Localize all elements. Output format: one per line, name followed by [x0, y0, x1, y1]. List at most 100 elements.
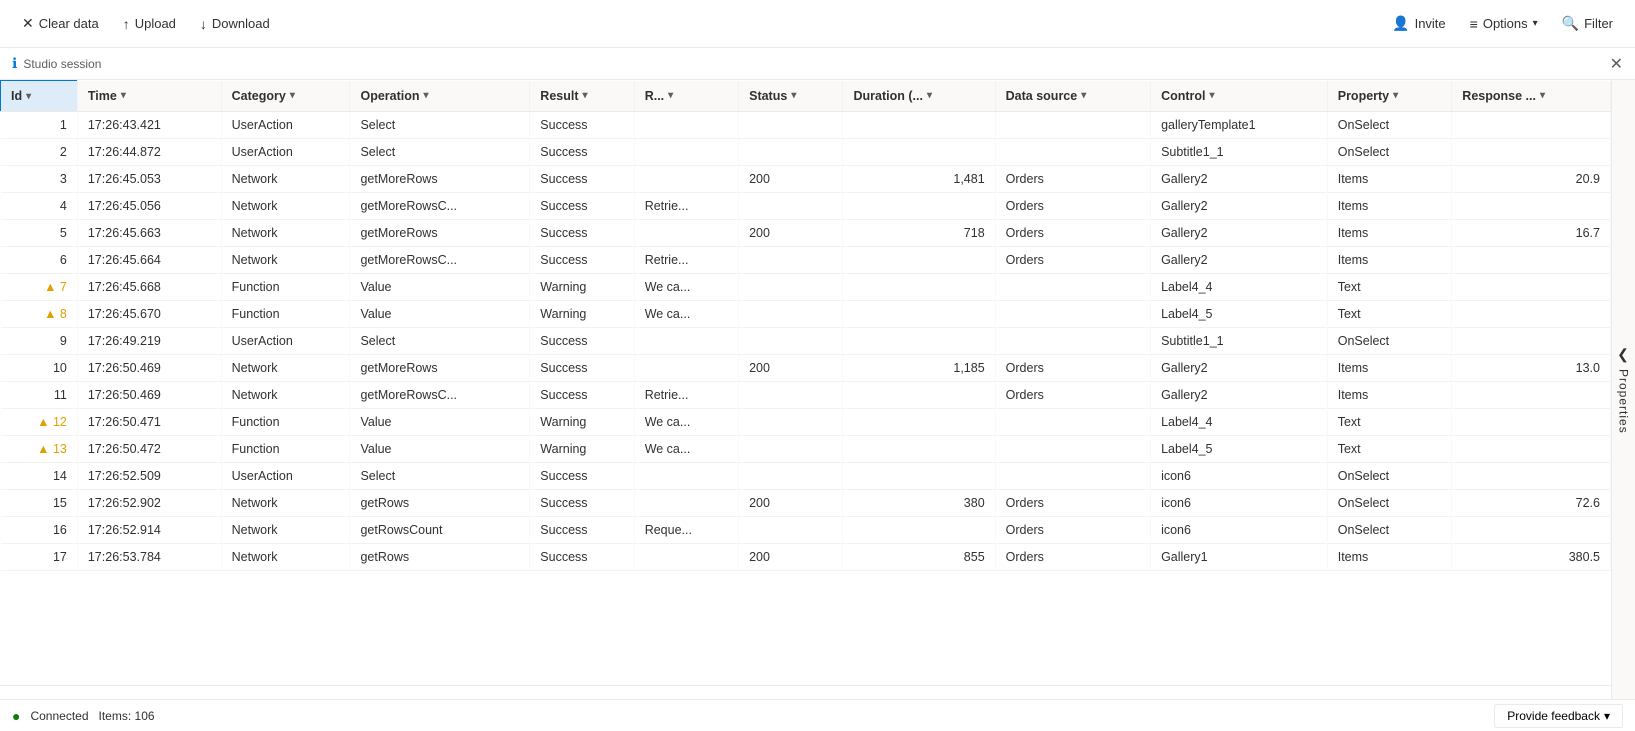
- download-button[interactable]: ↓ Download: [190, 11, 280, 37]
- col-header-duration[interactable]: Duration (...▾: [843, 81, 995, 112]
- col-header-result[interactable]: Result▾: [530, 81, 634, 112]
- table-cell: [1452, 112, 1611, 139]
- table-cell: Orders: [995, 490, 1150, 517]
- col-header-category[interactable]: Category▾: [221, 81, 350, 112]
- table-cell: 9: [1, 328, 78, 355]
- table-row[interactable]: 217:26:44.872UserActionSelectSuccessSubt…: [1, 139, 1611, 166]
- sort-icon-time: ▾: [121, 90, 126, 101]
- table-cell: [995, 112, 1150, 139]
- table-cell: getRows: [350, 490, 530, 517]
- table-row[interactable]: 317:26:45.053NetworkgetMoreRowsSuccess20…: [1, 166, 1611, 193]
- col-header-response[interactable]: Response ...▾: [1452, 81, 1611, 112]
- table-row[interactable]: 1517:26:52.902NetworkgetRowsSuccess20038…: [1, 490, 1611, 517]
- table-cell: 17:26:45.670: [77, 301, 221, 328]
- table-cell: 16.7: [1452, 220, 1611, 247]
- invite-button[interactable]: 👤 Invite: [1382, 10, 1456, 37]
- table-cell: Label4_4: [1151, 274, 1328, 301]
- horizontal-scrollbar[interactable]: [0, 685, 1611, 699]
- table-row[interactable]: 517:26:45.663NetworkgetMoreRowsSuccess20…: [1, 220, 1611, 247]
- table-scroll[interactable]: Id ▾ Time▾ Category▾ Operation▾ Result▾ …: [0, 80, 1611, 685]
- table-row[interactable]: ▲ 1217:26:50.471FunctionValueWarningWe c…: [1, 409, 1611, 436]
- table-cell: [843, 436, 995, 463]
- table-cell: [634, 544, 738, 571]
- table-cell: Retrie...: [634, 247, 738, 274]
- table-row[interactable]: 617:26:45.664NetworkgetMoreRowsC...Succe…: [1, 247, 1611, 274]
- table-row[interactable]: 917:26:49.219UserActionSelectSuccessSubt…: [1, 328, 1611, 355]
- table-cell: [1452, 139, 1611, 166]
- table-cell: Items: [1327, 382, 1452, 409]
- table-cell: [634, 490, 738, 517]
- table-cell: getMoreRowsC...: [350, 247, 530, 274]
- table-cell: UserAction: [221, 328, 350, 355]
- table-cell: Retrie...: [634, 382, 738, 409]
- table-cell: [843, 463, 995, 490]
- table-row[interactable]: 1017:26:50.469NetworkgetMoreRowsSuccess2…: [1, 355, 1611, 382]
- table-cell: getRows: [350, 544, 530, 571]
- table-cell: getMoreRows: [350, 166, 530, 193]
- table-row[interactable]: 1717:26:53.784NetworkgetRowsSuccess20085…: [1, 544, 1611, 571]
- table-cell: 17:26:45.053: [77, 166, 221, 193]
- filter-button[interactable]: 🔍 Filter: [1552, 10, 1623, 37]
- table-row[interactable]: ▲ 717:26:45.668FunctionValueWarningWe ca…: [1, 274, 1611, 301]
- properties-panel-toggle[interactable]: ❮ Properties: [1611, 80, 1635, 699]
- table-cell: Items: [1327, 355, 1452, 382]
- upload-button[interactable]: ↑ Upload: [113, 11, 186, 37]
- table-cell: [634, 112, 738, 139]
- table-cell: Value: [350, 301, 530, 328]
- table-cell: [1452, 382, 1611, 409]
- table-cell: [739, 139, 843, 166]
- sort-icon-duration: ▾: [927, 90, 932, 101]
- table-cell: OnSelect: [1327, 112, 1452, 139]
- table-cell: Network: [221, 544, 350, 571]
- col-header-property[interactable]: Property▾: [1327, 81, 1452, 112]
- table-cell: [843, 382, 995, 409]
- table-cell: 13.0: [1452, 355, 1611, 382]
- col-header-status[interactable]: Status▾: [739, 81, 843, 112]
- table-cell: Function: [221, 436, 350, 463]
- table-cell: OnSelect: [1327, 139, 1452, 166]
- table-cell: 2: [1, 139, 78, 166]
- table-cell: Orders: [995, 355, 1150, 382]
- table-row[interactable]: 1417:26:52.509UserActionSelectSuccessico…: [1, 463, 1611, 490]
- col-header-datasource[interactable]: Data source▾: [995, 81, 1150, 112]
- table-cell: 17:26:50.471: [77, 409, 221, 436]
- table-cell: Gallery2: [1151, 247, 1328, 274]
- table-cell: Retrie...: [634, 193, 738, 220]
- table-cell: Items: [1327, 193, 1452, 220]
- table-cell: Warning: [530, 274, 634, 301]
- table-cell: [843, 247, 995, 274]
- clear-data-button[interactable]: ✕ Clear data: [12, 10, 109, 37]
- table-row[interactable]: ▲ 1317:26:50.472FunctionValueWarningWe c…: [1, 436, 1611, 463]
- table-row[interactable]: ▲ 817:26:45.670FunctionValueWarningWe ca…: [1, 301, 1611, 328]
- col-header-control[interactable]: Control▾: [1151, 81, 1328, 112]
- table-row[interactable]: 117:26:43.421UserActionSelectSuccessgall…: [1, 112, 1611, 139]
- table-row[interactable]: 1617:26:52.914NetworkgetRowsCountSuccess…: [1, 517, 1611, 544]
- table-cell: 200: [739, 490, 843, 517]
- col-header-operation[interactable]: Operation▾: [350, 81, 530, 112]
- table-cell: We ca...: [634, 436, 738, 463]
- table-cell: 5: [1, 220, 78, 247]
- table-cell: [634, 220, 738, 247]
- table-cell: 17: [1, 544, 78, 571]
- col-header-time[interactable]: Time▾: [77, 81, 221, 112]
- table-cell: Success: [530, 355, 634, 382]
- col-header-r[interactable]: R...▾: [634, 81, 738, 112]
- items-count: Items: 106: [99, 709, 155, 723]
- session-close-button[interactable]: ✕: [1610, 54, 1623, 74]
- table-cell: [739, 382, 843, 409]
- table-cell: getRowsCount: [350, 517, 530, 544]
- provide-feedback-button[interactable]: Provide feedback ▾: [1494, 704, 1623, 728]
- table-cell: 20.9: [1452, 166, 1611, 193]
- table-cell: Success: [530, 247, 634, 274]
- table-cell: OnSelect: [1327, 490, 1452, 517]
- col-header-id[interactable]: Id ▾: [1, 81, 78, 112]
- options-button[interactable]: ≡ Options ▾: [1460, 11, 1548, 37]
- table-cell: getMoreRows: [350, 355, 530, 382]
- table-row[interactable]: 1117:26:50.469NetworkgetMoreRowsC...Succ…: [1, 382, 1611, 409]
- table-cell: 200: [739, 220, 843, 247]
- table-row[interactable]: 417:26:45.056NetworkgetMoreRowsC...Succe…: [1, 193, 1611, 220]
- options-icon: ≡: [1470, 16, 1478, 32]
- table-cell: [739, 247, 843, 274]
- table-cell: [843, 112, 995, 139]
- table-cell: We ca...: [634, 274, 738, 301]
